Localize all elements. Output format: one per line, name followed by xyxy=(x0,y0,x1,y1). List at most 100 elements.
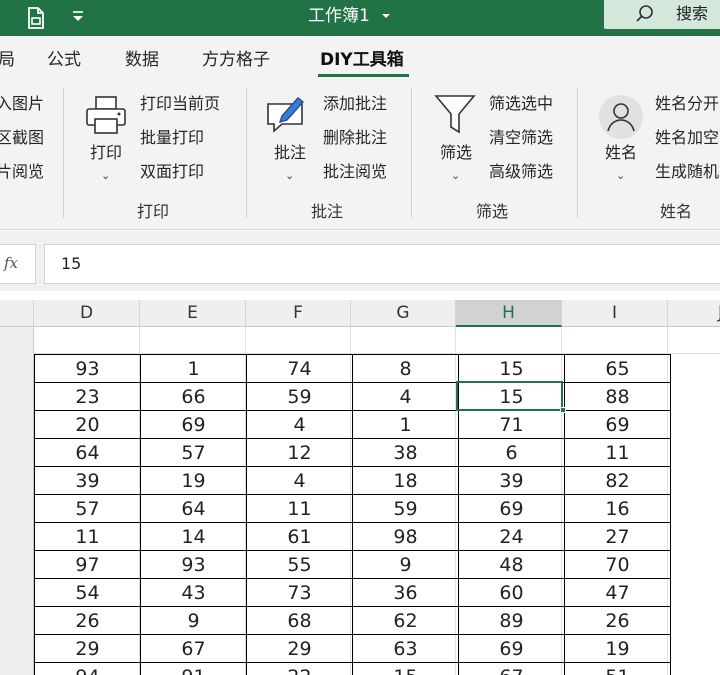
cell-h[interactable]: 89 xyxy=(458,606,565,635)
cell-g[interactable]: 15 xyxy=(352,662,459,675)
cell-f[interactable]: 22 xyxy=(246,662,353,675)
print-chevron-down-icon[interactable]: ⌄ xyxy=(101,170,110,182)
cell-i[interactable]: 70 xyxy=(564,550,671,579)
person-avatar-icon[interactable] xyxy=(598,94,644,140)
cell-h[interactable]: 39 xyxy=(458,466,565,495)
tab-layout-partial[interactable]: 局 xyxy=(0,48,15,72)
cell-g[interactable]: 18 xyxy=(352,466,459,495)
search-box[interactable]: 搜索 xyxy=(604,0,720,29)
name-button[interactable]: 姓名 xyxy=(605,142,637,164)
cell-h[interactable]: 60 xyxy=(458,578,565,607)
cell-g[interactable]: 8 xyxy=(352,354,459,383)
comment-pencil-icon[interactable] xyxy=(264,90,312,138)
cell-f[interactable]: 11 xyxy=(246,494,353,523)
print-button[interactable]: 打印 xyxy=(90,142,122,164)
tab-data[interactable]: 数据 xyxy=(125,48,159,72)
cell-i[interactable]: 11 xyxy=(564,438,671,467)
title-chevron-down-icon[interactable] xyxy=(380,6,392,24)
cell-d[interactable]: 97 xyxy=(34,550,141,579)
cell-f[interactable]: 68 xyxy=(246,606,353,635)
column-header-h[interactable]: H xyxy=(456,300,562,327)
cell-d[interactable]: 57 xyxy=(34,494,141,523)
save-file-icon[interactable] xyxy=(24,6,48,30)
cell-h[interactable]: 6 xyxy=(458,438,565,467)
cell-e[interactable]: 9 xyxy=(140,606,247,635)
cell-d[interactable]: 94 xyxy=(34,662,141,675)
cell-i[interactable]: 16 xyxy=(564,494,671,523)
batch-print-button[interactable]: 批量打印 xyxy=(140,127,204,149)
cell-h[interactable]: 71 xyxy=(458,410,565,439)
area-screenshot-button[interactable]: 区截图 xyxy=(0,127,44,149)
advanced-filter-button[interactable]: 高级筛选 xyxy=(489,161,553,183)
name-chevron-down-icon[interactable]: ⌄ xyxy=(616,170,625,182)
generate-random-button[interactable]: 生成随机 xyxy=(655,161,719,183)
cell-e[interactable]: 43 xyxy=(140,578,247,607)
cell-f[interactable]: 61 xyxy=(246,522,353,551)
row-header-column[interactable] xyxy=(0,327,34,675)
cell-d[interactable]: 23 xyxy=(34,382,141,411)
column-header-e[interactable]: E xyxy=(140,300,246,327)
cell-i[interactable]: 19 xyxy=(564,634,671,663)
cell-e[interactable]: 1 xyxy=(140,354,247,383)
cell-e[interactable]: 64 xyxy=(140,494,247,523)
filter-funnel-icon[interactable] xyxy=(432,92,478,138)
cell-d[interactable]: 54 xyxy=(34,578,141,607)
data-table[interactable]: 93 1 74 8 15 65 23 66 59 4 15 88 20 69 4 1 71 69 64 57 12 38 6… xyxy=(34,354,671,675)
cell-g[interactable]: 36 xyxy=(352,578,459,607)
cell-g[interactable]: 9 xyxy=(352,550,459,579)
cell-i[interactable]: 69 xyxy=(564,410,671,439)
cell-f[interactable]: 74 xyxy=(246,354,353,383)
cell-d[interactable]: 20 xyxy=(34,410,141,439)
cell-e[interactable]: 93 xyxy=(140,550,247,579)
active-cell-selection[interactable] xyxy=(456,381,563,411)
cell-f[interactable]: 55 xyxy=(246,550,353,579)
select-all-corner[interactable] xyxy=(0,300,34,327)
cell-h[interactable]: 48 xyxy=(458,550,565,579)
picture-preview-button[interactable]: 片阅览 xyxy=(0,161,44,183)
printer-icon[interactable] xyxy=(84,94,128,136)
column-header-i[interactable]: I xyxy=(562,300,668,327)
cell-e[interactable]: 66 xyxy=(140,382,247,411)
column-header-d[interactable]: D xyxy=(34,300,140,327)
cell-i[interactable]: 65 xyxy=(564,354,671,383)
cell-g[interactable]: 38 xyxy=(352,438,459,467)
workbook-title[interactable]: 工作簿1 xyxy=(308,4,370,28)
print-current-page-button[interactable]: 打印当前页 xyxy=(140,93,220,115)
cell-i[interactable]: 26 xyxy=(564,606,671,635)
cell-g[interactable]: 59 xyxy=(352,494,459,523)
delete-comment-button[interactable]: 删除批注 xyxy=(323,127,387,149)
cell-e[interactable]: 91 xyxy=(140,662,247,675)
cell-f[interactable]: 4 xyxy=(246,410,353,439)
cell-g[interactable]: 98 xyxy=(352,522,459,551)
insert-function-button[interactable]: fx xyxy=(0,244,36,284)
add-comment-button[interactable]: 添加批注 xyxy=(323,93,387,115)
cell-g[interactable]: 63 xyxy=(352,634,459,663)
fill-handle[interactable] xyxy=(560,407,566,413)
cell-e[interactable]: 57 xyxy=(140,438,247,467)
cell-h[interactable]: 69 xyxy=(458,634,565,663)
comment-button[interactable]: 批注 xyxy=(274,142,306,164)
cell-d[interactable]: 64 xyxy=(34,438,141,467)
column-header-f[interactable]: F xyxy=(246,300,351,327)
cell-e[interactable]: 69 xyxy=(140,410,247,439)
name-add-space-button[interactable]: 姓名加空 xyxy=(655,127,719,149)
comment-chevron-down-icon[interactable]: ⌄ xyxy=(285,170,294,182)
filter-chevron-down-icon[interactable]: ⌄ xyxy=(451,170,460,182)
tab-diy-toolbox[interactable]: DIY工具箱 xyxy=(320,48,404,72)
duplex-print-button[interactable]: 双面打印 xyxy=(140,161,204,183)
cell-i[interactable]: 88 xyxy=(564,382,671,411)
cell-g[interactable]: 1 xyxy=(352,410,459,439)
cell-f[interactable]: 29 xyxy=(246,634,353,663)
cell-f[interactable]: 4 xyxy=(246,466,353,495)
clear-filter-button[interactable]: 清空筛选 xyxy=(489,127,553,149)
cell-d[interactable]: 11 xyxy=(34,522,141,551)
quick-access-dropdown-icon[interactable] xyxy=(70,6,86,26)
cell-f[interactable]: 59 xyxy=(246,382,353,411)
cell-i[interactable]: 47 xyxy=(564,578,671,607)
cell-f[interactable]: 73 xyxy=(246,578,353,607)
cell-h[interactable]: 67 xyxy=(458,662,565,675)
cell-f[interactable]: 12 xyxy=(246,438,353,467)
cell-h[interactable]: 24 xyxy=(458,522,565,551)
filter-selected-button[interactable]: 筛选选中 xyxy=(489,93,553,115)
column-header-g[interactable]: G xyxy=(351,300,456,327)
